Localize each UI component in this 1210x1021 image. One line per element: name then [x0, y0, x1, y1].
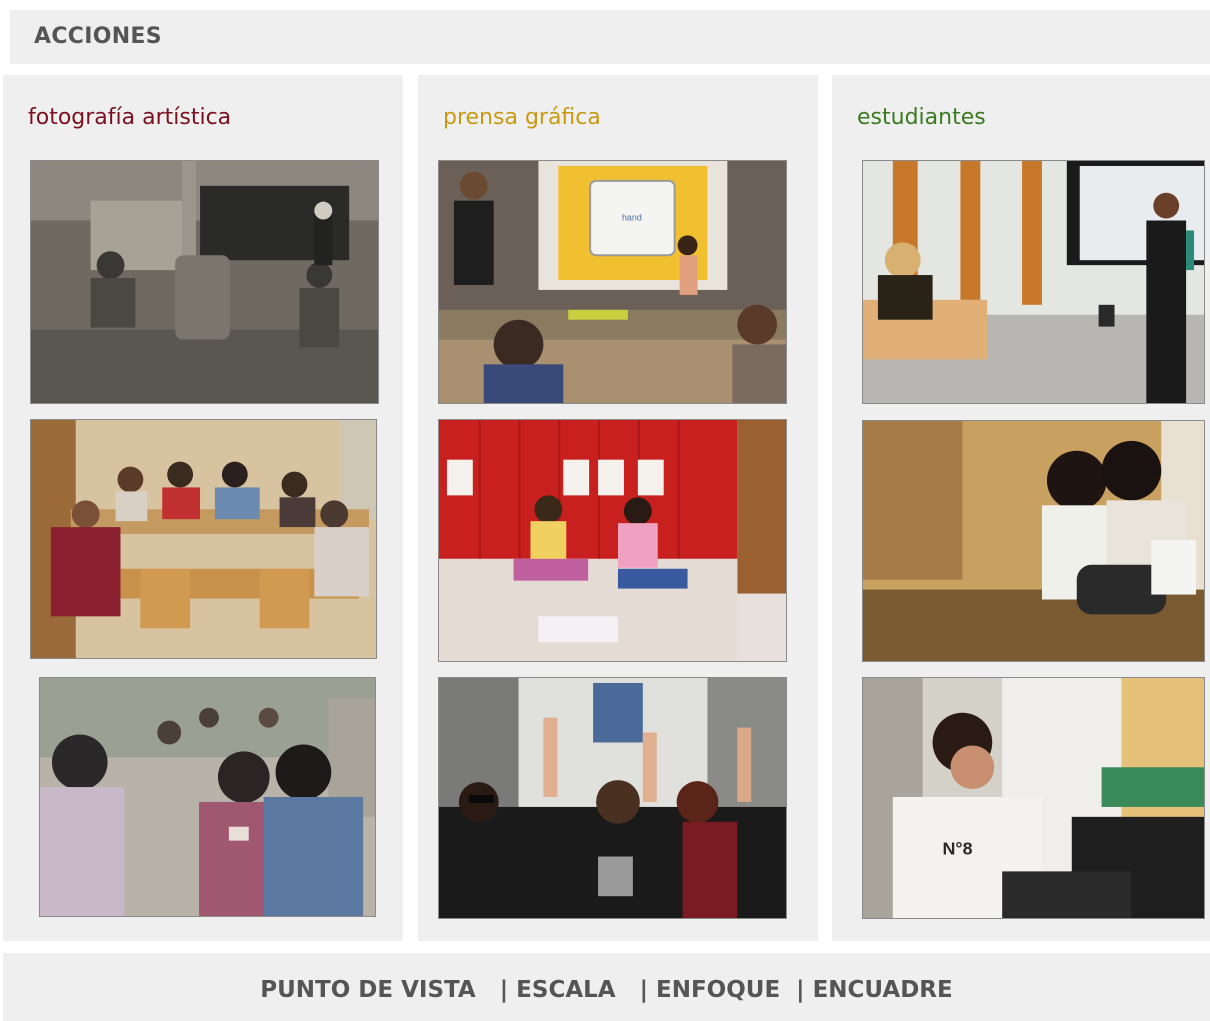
- photo-girl-working-laptop: N°8: [862, 677, 1205, 919]
- column-fotografia-artistica: fotografía artística: [3, 75, 403, 941]
- column-title-fotografia-artistica: fotografía artística: [28, 105, 232, 130]
- photo-street-crowd-vintage: [39, 677, 376, 917]
- header-bar: ACCIONES: [10, 10, 1210, 64]
- footer-bar: PUNTO DE VISTA | ESCALA | ENFOQUE | ENCU…: [3, 953, 1210, 1021]
- photo-two-girls-studying-table: [862, 420, 1205, 662]
- photo-historic-classroom-stove: [30, 160, 379, 404]
- photo-interactive-whiteboard-class: hand: [438, 160, 787, 404]
- column-title-estudiantes: estudiantes: [857, 105, 986, 130]
- shirt-number-text: N°8: [943, 839, 973, 859]
- column-title-prensa-grafica: prensa gráfica: [443, 105, 601, 130]
- photo-teacher-presenting-classroom: [862, 160, 1205, 404]
- page-title: ACCIONES: [34, 24, 162, 49]
- photo-library-students-reading: [30, 419, 377, 659]
- footer-concepts: PUNTO DE VISTA | ESCALA | ENFOQUE | ENCU…: [260, 977, 953, 1003]
- column-prensa-grafica: prensa gráfica hand: [418, 75, 818, 941]
- photo-girls-sitting-by-red-lockers: [438, 419, 787, 662]
- whiteboard-word: hand: [622, 213, 642, 223]
- column-estudiantes: estudiantes N°8: [832, 75, 1210, 941]
- photo-students-protest-raised-hands: [438, 677, 787, 919]
